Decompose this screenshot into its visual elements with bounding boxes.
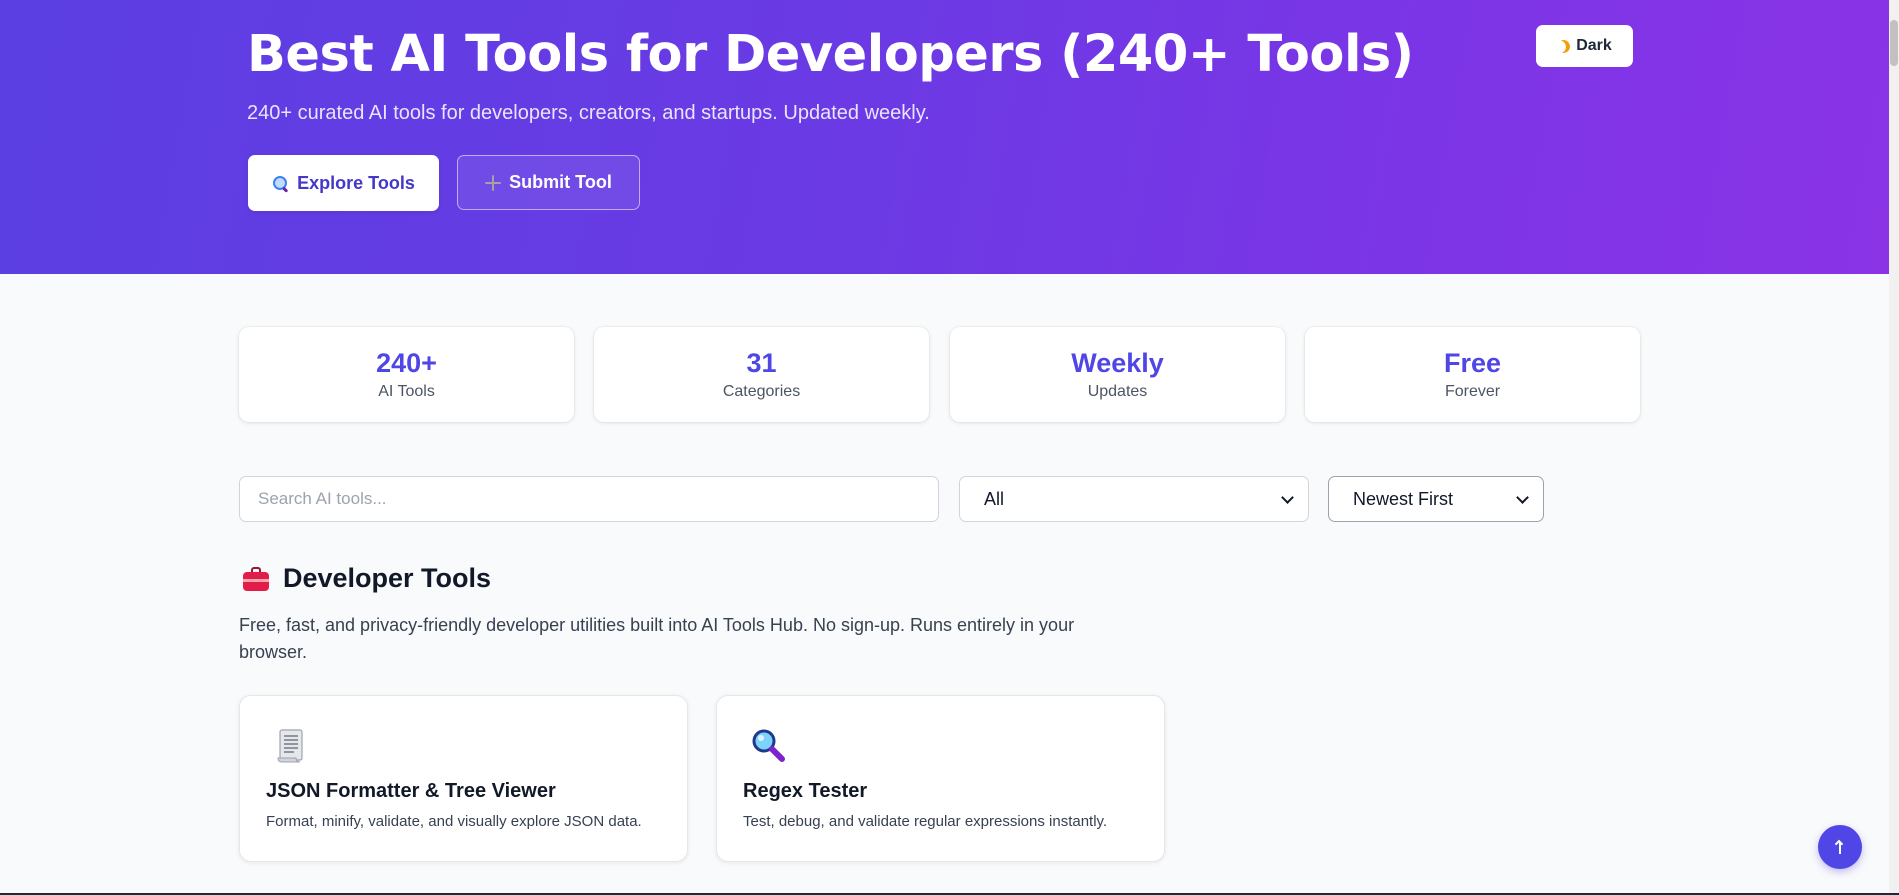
stat-value: 240+ <box>376 348 437 378</box>
stat-card-categories: 31 Categories <box>594 327 929 422</box>
tool-description: Test, debug, and validate regular expres… <box>743 813 1108 830</box>
section-description: Free, fast, and privacy-friendly develop… <box>239 615 1075 662</box>
hero-subtitle: 240+ curated AI tools for developers, cr… <box>247 102 930 124</box>
tool-description: Format, minify, validate, and visually e… <box>266 813 642 830</box>
stat-value: Weekly <box>1071 348 1164 378</box>
plus-icon <box>485 174 502 191</box>
stat-card-tools: 240+ AI Tools <box>239 327 574 422</box>
arrow-up-icon <box>1835 840 1845 854</box>
tool-name: Regex Tester <box>743 780 868 802</box>
page-title: Best AI Tools for Developers (240+ Tools… <box>247 25 1414 84</box>
submit-tool-button[interactable]: Submit Tool <box>457 155 640 210</box>
sort-select-value: Newest First <box>1353 488 1454 509</box>
stat-value: 31 <box>746 348 777 378</box>
hero-banner: Best AI Tools for Developers (240+ Tools… <box>0 0 1889 274</box>
stat-label: Categories <box>722 383 801 400</box>
tool-name: JSON Formatter & Tree Viewer <box>266 780 556 802</box>
stat-label: Updates <box>1087 383 1148 400</box>
magnifying-glass-icon <box>752 729 785 762</box>
category-select-value: All <box>984 488 1005 509</box>
scroll-to-top-button[interactable] <box>1818 825 1862 869</box>
explore-tools-label: Explore Tools <box>297 172 415 193</box>
stat-label: Forever <box>1444 383 1501 400</box>
search-input[interactable] <box>239 476 939 522</box>
page-with-curl-icon <box>277 729 303 763</box>
scrollbar-thumb[interactable] <box>1890 20 1898 66</box>
toolbox-icon <box>243 567 269 591</box>
chevron-down-icon <box>1516 490 1529 504</box>
tool-card-json-formatter[interactable]: JSON Formatter & Tree Viewer Format, min… <box>239 695 688 862</box>
magnifying-glass-icon <box>272 175 289 193</box>
crescent-moon-icon <box>1555 38 1572 55</box>
dark-mode-toggle-button[interactable]: Dark <box>1536 25 1633 67</box>
chevron-down-icon <box>1281 490 1294 504</box>
vertical-scrollbar[interactable] <box>1889 0 1899 895</box>
section-title: Developer Tools <box>283 563 492 593</box>
category-select[interactable]: All <box>959 476 1309 522</box>
stat-label: AI Tools <box>378 383 435 400</box>
submit-tool-label: Submit Tool <box>509 172 612 192</box>
dark-mode-label: Dark <box>1576 37 1612 54</box>
page: Best AI Tools for Developers (240+ Tools… <box>0 0 1889 895</box>
explore-tools-button[interactable]: Explore Tools <box>248 155 439 211</box>
sort-select[interactable]: Newest First <box>1328 476 1544 522</box>
stat-card-price: Free Forever <box>1305 327 1640 422</box>
stat-value: Free <box>1443 348 1502 378</box>
tool-card-regex-tester[interactable]: Regex Tester Test, debug, and validate r… <box>716 695 1165 862</box>
stat-card-updates: Weekly Updates <box>950 327 1285 422</box>
